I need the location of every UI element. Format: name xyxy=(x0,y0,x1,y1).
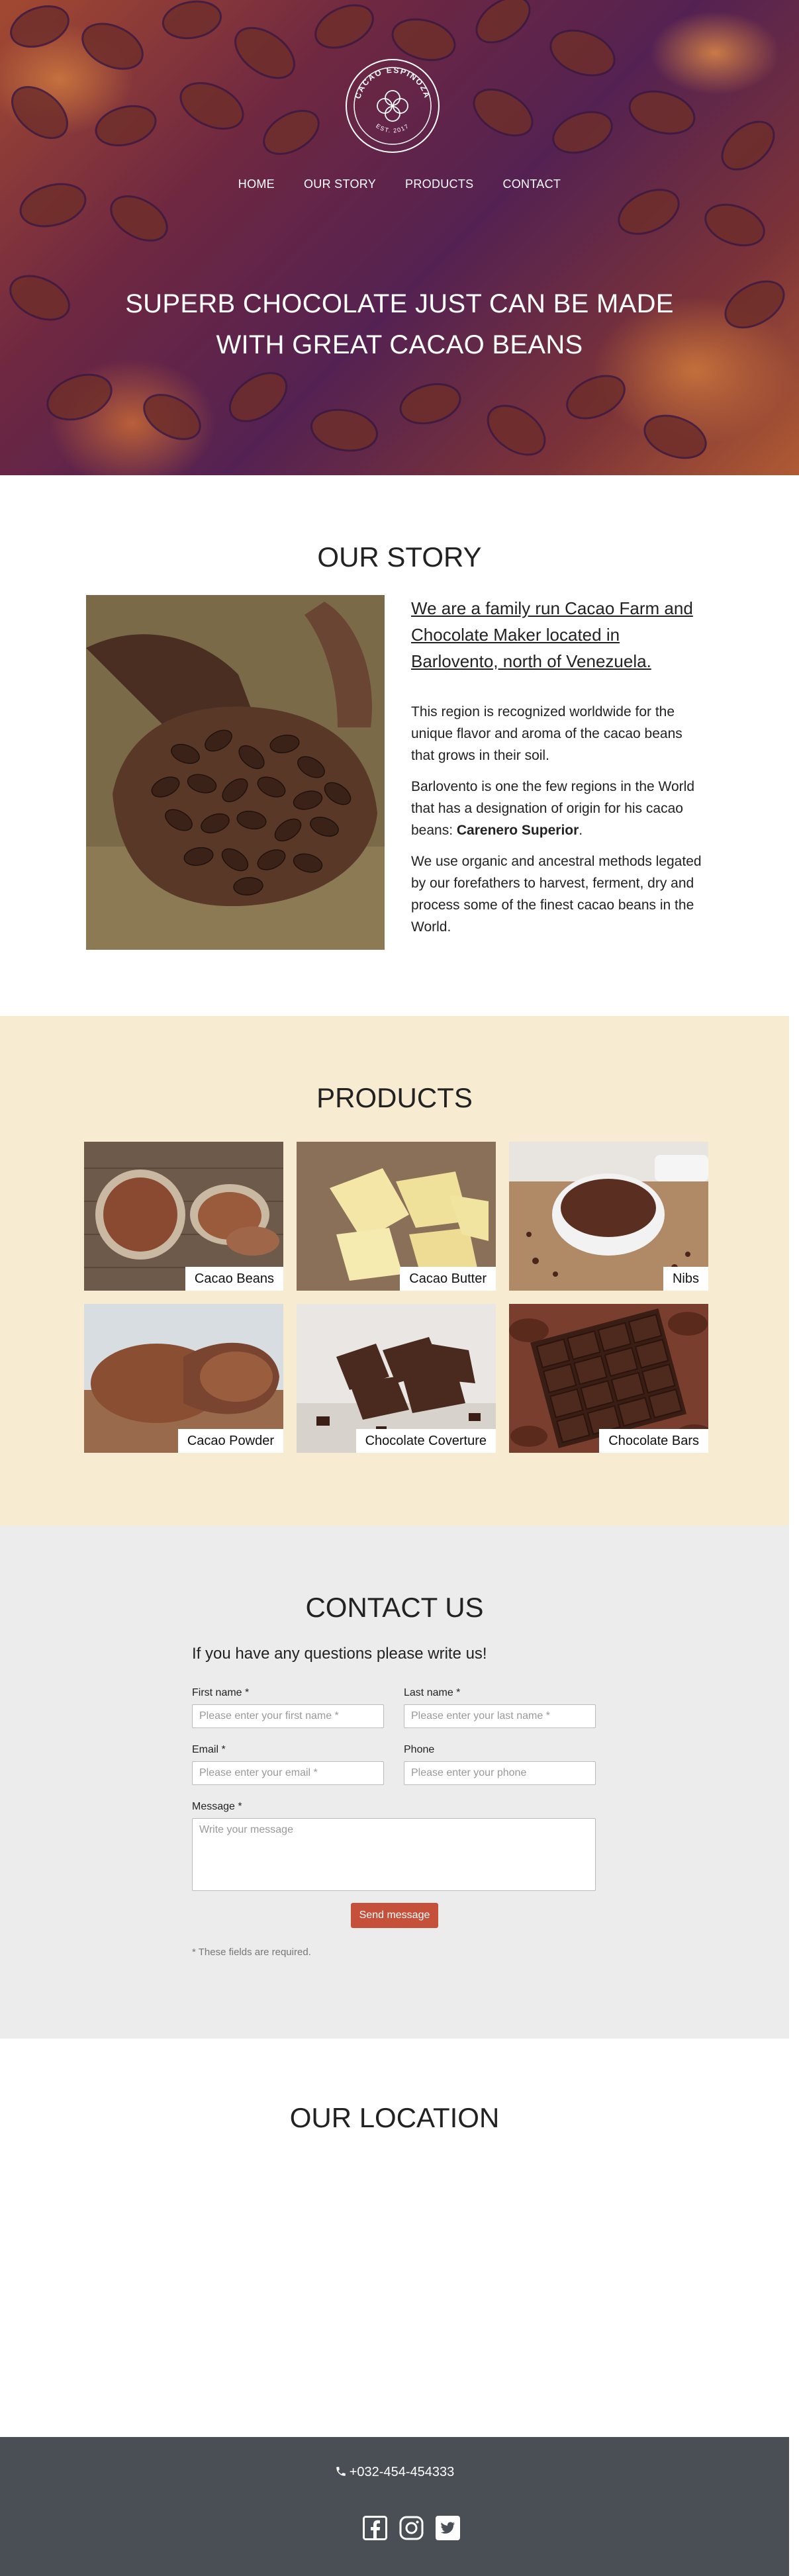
product-card-chocolate-coverture[interactable]: Chocolate Coverture xyxy=(297,1304,496,1453)
hero-banner: CACAO ESPINOZA EST. 2017 HOME OUR STORY … xyxy=(0,0,799,475)
email-label: Email * xyxy=(192,1744,226,1755)
story-text: We are a family run Cacao Farm and Choco… xyxy=(411,595,702,947)
product-label: Nibs xyxy=(663,1267,708,1291)
send-message-button[interactable]: Send message xyxy=(351,1903,438,1928)
product-label: Chocolate Bars xyxy=(599,1429,708,1453)
social-links xyxy=(363,2516,460,2540)
hero-title: SUPERB CHOCOLATE JUST CAN BE MADE WITH G… xyxy=(0,283,799,365)
first-name-label: First name * xyxy=(192,1687,250,1698)
cacao-espinoza-logo[interactable]: CACAO ESPINOZA EST. 2017 xyxy=(345,58,440,154)
message-label: Message * xyxy=(192,1801,242,1812)
svg-text:EST. 2017: EST. 2017 xyxy=(375,122,410,134)
footer: +032-454-454333 xyxy=(0,2437,789,2576)
first-name-input[interactable]: Please enter your first name * xyxy=(192,1704,384,1728)
story-lead: We are a family run Cacao Farm and Choco… xyxy=(411,598,693,671)
product-label: Chocolate Coverture xyxy=(355,1429,496,1453)
contact-subheading: If you have any questions please write u… xyxy=(192,1645,487,1663)
product-label: Cacao Powder xyxy=(177,1429,283,1453)
story-paragraph-2: Barlovento is one the few regions in the… xyxy=(411,776,702,841)
message-textarea[interactable]: Write your message xyxy=(192,1818,596,1891)
main-nav: HOME OUR STORY PRODUCTS CONTACT xyxy=(0,177,799,191)
product-card-nibs[interactable]: Nibs xyxy=(509,1142,708,1291)
hero-title-line-2: WITH GREAT CACAO BEANS xyxy=(216,330,583,359)
contact-heading: CONTACT US xyxy=(305,1592,484,1623)
last-name-label: Last name * xyxy=(404,1687,461,1698)
nav-contact[interactable]: CONTACT xyxy=(502,177,561,191)
phone-label: Phone xyxy=(404,1744,435,1755)
instagram-icon[interactable] xyxy=(399,2516,424,2540)
email-input[interactable]: Please enter your email * xyxy=(192,1761,384,1785)
product-label: Cacao Beans xyxy=(185,1267,283,1291)
hero-title-line-1: SUPERB CHOCOLATE JUST CAN BE MADE xyxy=(125,289,674,318)
logo-top-text: CACAO ESPINOZA xyxy=(353,66,431,100)
story-paragraph-1: This region is recognized worldwide for … xyxy=(411,704,682,763)
story-paragraph-2-end: . xyxy=(579,823,583,838)
footer-phone[interactable]: +032-454-454333 xyxy=(0,2465,789,2480)
phone-input[interactable]: Please enter your phone xyxy=(404,1761,596,1785)
facebook-icon[interactable] xyxy=(363,2516,387,2540)
product-card-chocolate-bars[interactable]: Chocolate Bars xyxy=(509,1304,708,1453)
product-card-cacao-beans[interactable]: Cacao Beans xyxy=(84,1142,283,1291)
products-section: PRODUCTS Cacao Beans Cacao Butter Nibs C… xyxy=(0,1016,789,1526)
phone-icon xyxy=(336,2467,346,2476)
story-paragraph-2-bold: Carenero Superior xyxy=(456,823,579,838)
hands-holding-cacao-beans-photo xyxy=(86,595,385,950)
required-fields-note: * These fields are required. xyxy=(192,1947,311,1958)
logo-bottom-text: EST. 2017 xyxy=(375,122,409,134)
products-heading: PRODUCTS xyxy=(316,1082,473,1113)
nav-products[interactable]: PRODUCTS xyxy=(405,177,473,191)
twitter-icon[interactable] xyxy=(436,2516,460,2540)
story-heading: OUR STORY xyxy=(317,541,482,573)
contact-section: CONTACT US If you have any questions ple… xyxy=(0,1526,789,2039)
product-card-cacao-butter[interactable]: Cacao Butter xyxy=(297,1142,496,1291)
product-card-cacao-powder[interactable]: Cacao Powder xyxy=(84,1304,283,1453)
product-label: Cacao Butter xyxy=(400,1267,496,1291)
location-heading: OUR LOCATION xyxy=(289,2102,500,2133)
story-paragraph-3: We use organic and ancestral methods leg… xyxy=(411,854,702,935)
nav-home[interactable]: HOME xyxy=(238,177,275,191)
nav-our-story[interactable]: OUR STORY xyxy=(304,177,376,191)
svg-text:CACAO ESPINOZA: CACAO ESPINOZA xyxy=(353,66,432,100)
footer-phone-number: +032-454-454333 xyxy=(349,2465,455,2479)
last-name-input[interactable]: Please enter your last name * xyxy=(404,1704,596,1728)
